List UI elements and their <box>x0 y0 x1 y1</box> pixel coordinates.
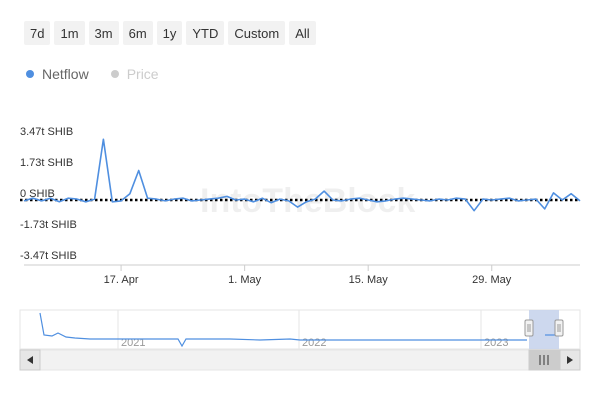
y-tick-label: -3.47t SHIB <box>20 250 77 262</box>
y-tick-label: 1.73t SHIB <box>20 157 73 169</box>
navigator-handle-left[interactable] <box>524 319 534 337</box>
arrow-left-icon[interactable] <box>19 349 41 371</box>
x-tick-label: 1. May <box>228 274 262 286</box>
navigator-handle-right[interactable] <box>554 319 564 337</box>
x-tick-label: 17. Apr <box>104 274 139 286</box>
navigator-scrollbar[interactable] <box>19 349 581 371</box>
y-axis: 3.47t SHIB1.73t SHIB0 SHIB-1.73t SHIB-3.… <box>20 126 77 262</box>
arrow-right-icon[interactable] <box>559 349 581 371</box>
scrollbar-thumb[interactable] <box>528 349 560 371</box>
navigator[interactable]: 2021 2022 2023 <box>19 309 581 371</box>
x-axis: 17. Apr 1. May 15. May 29. May <box>104 265 512 286</box>
navigator-year-label: 2022 <box>302 337 326 349</box>
navigator-year-label: 2023 <box>484 337 508 349</box>
x-tick-label: 29. May <box>472 274 512 286</box>
netflow-chart: IntoTheBlock 3.47t SHIB1.73t SHIB0 SHIB-… <box>19 126 581 371</box>
scrollbar-track[interactable] <box>19 349 581 371</box>
y-tick-label: 3.47t SHIB <box>20 126 73 138</box>
x-tick-label: 15. May <box>349 274 389 286</box>
y-tick-label: -1.73t SHIB <box>20 219 77 231</box>
